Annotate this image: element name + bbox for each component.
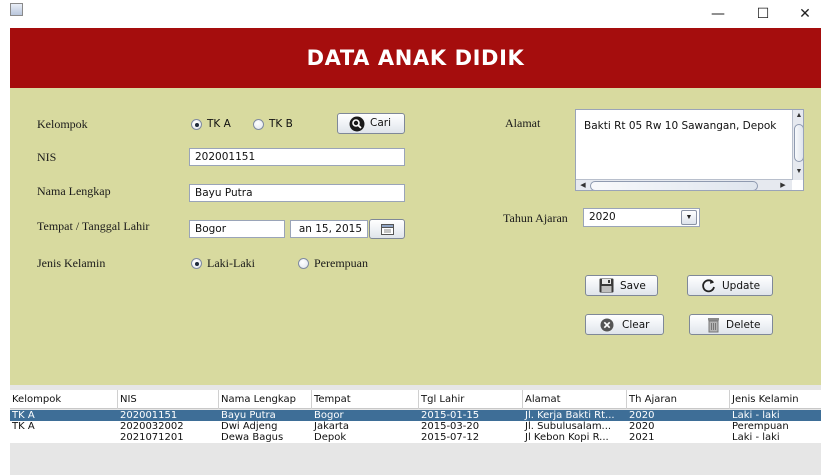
calendar-icon [381, 224, 394, 235]
alamat-horizontal-scrollbar[interactable]: ◀ ▶ [576, 179, 792, 190]
radio-tka[interactable] [191, 119, 202, 130]
search-icon [349, 116, 365, 132]
clear-button[interactable]: Clear [585, 314, 664, 335]
table-cell: Laki - laki [732, 410, 780, 421]
radio-tka-label: TK A [207, 118, 231, 130]
table-header: Kelompok NIS Nama Lengkap Tempat Tgl Lah… [10, 390, 821, 409]
trash-icon [708, 318, 719, 333]
table-cell: Laki - laki [732, 432, 780, 443]
tahun-ajaran-label: Tahun Ajaran [503, 211, 568, 225]
vertical-scroll-thumb[interactable] [794, 124, 803, 162]
alamat-label: Alamat [505, 116, 541, 130]
column-header-tempat[interactable]: Tempat [312, 390, 419, 409]
close-button[interactable]: ✕ [790, 4, 820, 24]
delete-button-label: Delete [726, 319, 761, 331]
chevron-down-icon[interactable]: ▼ [681, 210, 697, 225]
table-cell: 2015-01-15 [421, 410, 480, 421]
table-row[interactable]: TK A 2020032002 Dwi Adjeng Jakarta 2015-… [10, 421, 821, 432]
header-banner: DATA ANAK DIDIK [10, 28, 821, 88]
tempat-lahir-field[interactable]: Bogor [189, 220, 285, 238]
radio-laki-laki[interactable] [191, 258, 202, 269]
alamat-text: Bakti Rt 05 Rw 10 Sawangan, Depok [584, 120, 777, 132]
java-app-icon [10, 3, 23, 16]
table-cell: 2020 [629, 410, 655, 421]
data-table: Kelompok NIS Nama Lengkap Tempat Tgl Lah… [10, 385, 821, 475]
table-cell: TK A [12, 410, 35, 421]
table-cell: TK A [12, 421, 35, 432]
table-cell: Jl Kebon Kopi R... [525, 432, 609, 443]
table-cell: Perempuan [732, 421, 789, 432]
ttl-label: Tempat / Tanggal Lahir [37, 219, 150, 233]
jenis-kelamin-label: Jenis Kelamin [37, 256, 106, 270]
scroll-down-arrow-icon[interactable]: ▼ [794, 167, 803, 177]
scroll-up-arrow-icon[interactable]: ▲ [794, 111, 803, 121]
horizontal-scroll-thumb[interactable] [590, 181, 758, 190]
tanggal-lahir-field[interactable]: an 15, 2015 [290, 220, 368, 238]
radio-tkb-label: TK B [269, 118, 293, 130]
radio-tkb[interactable] [253, 119, 264, 130]
minimize-button[interactable]: — [703, 4, 733, 24]
radio-perempuan[interactable] [298, 258, 309, 269]
radio-perempuan-label: Perempuan [314, 256, 368, 270]
cari-button[interactable]: Cari [337, 113, 405, 134]
column-header-jenis-kelamin[interactable]: Jenis Kelamin [730, 390, 821, 409]
alamat-vertical-scrollbar[interactable]: ▲ ▼ [792, 110, 803, 180]
table-cell [10, 432, 118, 443]
table-cell: Depok [314, 432, 347, 443]
column-header-tgl-lahir[interactable]: Tgl Lahir [419, 390, 523, 409]
table-cell: 2015-03-20 [421, 421, 480, 432]
update-button[interactable]: Update [687, 275, 773, 296]
alamat-textarea[interactable]: Bakti Rt 05 Rw 10 Sawangan, Depok ▲ ▼ ◀ … [575, 109, 804, 191]
nis-field[interactable]: 202001151 [189, 148, 405, 166]
save-button-label: Save [620, 280, 646, 292]
table-cell: Bayu Putra [221, 410, 276, 421]
delete-button[interactable]: Delete [689, 314, 773, 335]
table-cell: Dwi Adjeng [221, 421, 278, 432]
table-cell: 2021071201 [120, 432, 184, 443]
maximize-button[interactable]: ☐ [748, 4, 778, 24]
kelompok-label: Kelompok [37, 117, 88, 131]
table-cell: 2020032002 [120, 421, 184, 432]
floppy-disk-icon [599, 278, 614, 293]
table-cell: 202001151 [120, 410, 178, 421]
tahun-ajaran-value: 2020 [589, 211, 616, 223]
scroll-right-arrow-icon[interactable]: ▶ [778, 181, 788, 190]
clear-button-label: Clear [622, 319, 650, 331]
column-header-nama[interactable]: Nama Lengkap [219, 390, 312, 409]
column-header-kelompok[interactable]: Kelompok [10, 390, 118, 409]
scroll-left-arrow-icon[interactable]: ◀ [578, 181, 588, 190]
table-cell: Jl. Kerja Bakti Rt... [525, 410, 615, 421]
nis-label: NIS [37, 150, 57, 164]
column-header-nis[interactable]: NIS [118, 390, 219, 409]
clear-icon [600, 318, 614, 332]
tahun-ajaran-select[interactable]: 2020 ▼ [583, 208, 700, 227]
table-cell: 2015-07-12 [421, 432, 480, 443]
table-cell: 2021 [629, 432, 655, 443]
save-button[interactable]: Save [585, 275, 658, 296]
cari-button-label: Cari [370, 117, 391, 129]
table-cell: 2020 [629, 421, 655, 432]
table-cell: Jakarta [314, 421, 349, 432]
table-row[interactable]: 2021071201 Dewa Bagus Depok 2015-07-12 J… [10, 432, 821, 443]
refresh-icon [702, 279, 715, 293]
page-title: DATA ANAK DIDIK [306, 46, 525, 70]
nama-lengkap-field[interactable]: Bayu Putra [189, 184, 405, 202]
table-cell: Bogor [314, 410, 344, 421]
table-cell: Jl. Subulusalam... [525, 421, 612, 432]
window-titlebar: — ☐ ✕ [0, 0, 821, 28]
table-row[interactable]: TK A 202001151 Bayu Putra Bogor 2015-01-… [10, 410, 821, 421]
column-header-th-ajaran[interactable]: Th Ajaran [627, 390, 730, 409]
date-picker-button[interactable] [369, 219, 405, 239]
nama-lengkap-label: Nama Lengkap [37, 184, 111, 198]
update-button-label: Update [722, 280, 761, 292]
column-header-alamat[interactable]: Alamat [523, 390, 627, 409]
radio-laki-laki-label: Laki-Laki [207, 256, 255, 270]
table-cell: Dewa Bagus [221, 432, 284, 443]
